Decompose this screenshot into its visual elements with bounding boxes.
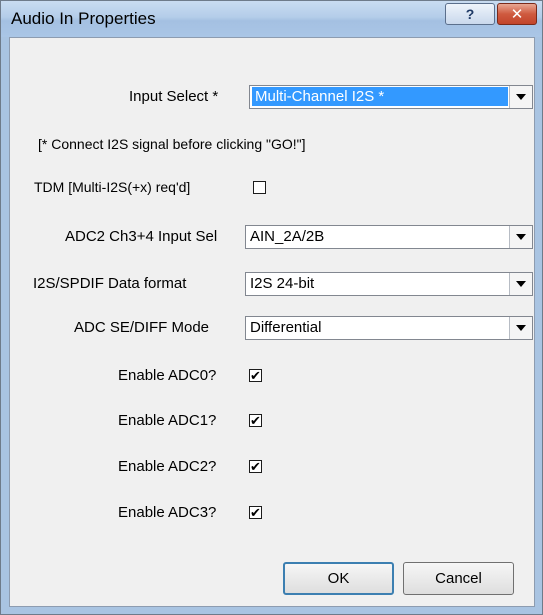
chevron-down-icon[interactable] <box>509 273 532 295</box>
dialog-body: Input Select * Multi-Channel I2S * [* Co… <box>9 37 535 607</box>
enable-adc3-label: Enable ADC3? <box>118 504 217 521</box>
close-icon: ✕ <box>510 6 524 23</box>
data-format-dropdown[interactable]: I2S 24-bit <box>245 272 533 296</box>
enable-adc0-label: Enable ADC0? <box>118 367 217 384</box>
data-format-label: I2S/SPDIF Data format <box>33 275 187 292</box>
title-bar[interactable]: Audio In Properties ? ✕ <box>1 1 542 37</box>
adc2-input-label: ADC2 Ch3+4 Input Sel <box>65 228 218 245</box>
enable-adc0-checkbox[interactable]: ✔ <box>249 369 262 382</box>
enable-adc1-label: Enable ADC1? <box>118 412 217 429</box>
tdm-label: TDM [Multi-I2S(+x) req'd] <box>34 179 191 195</box>
adc2-input-dropdown[interactable]: AIN_2A/2B <box>245 225 533 249</box>
enable-adc2-label: Enable ADC2? <box>118 458 217 475</box>
data-format-value: I2S 24-bit <box>250 275 315 292</box>
close-button[interactable]: ✕ <box>497 3 537 25</box>
help-button[interactable]: ? <box>445 3 495 25</box>
input-select-value: Multi-Channel I2S * <box>252 87 508 106</box>
enable-adc2-checkbox[interactable]: ✔ <box>249 460 262 473</box>
chevron-down-icon[interactable] <box>509 86 532 108</box>
cancel-button[interactable]: Cancel <box>403 562 514 595</box>
chevron-down-icon[interactable] <box>509 226 532 248</box>
adc-mode-value: Differential <box>250 319 322 336</box>
chevron-down-icon[interactable] <box>509 317 532 339</box>
dialog-window: Audio In Properties ? ✕ Input Select * M… <box>0 0 543 615</box>
input-select-label: Input Select * <box>129 88 219 105</box>
ok-button[interactable]: OK <box>283 562 394 595</box>
enable-adc1-checkbox[interactable]: ✔ <box>249 414 262 427</box>
connect-note: [* Connect I2S signal before clicking "G… <box>38 136 306 152</box>
adc2-input-value: AIN_2A/2B <box>250 228 325 245</box>
adc-mode-label: ADC SE/DIFF Mode <box>74 319 210 336</box>
help-icon: ? <box>465 6 475 22</box>
window-title: Audio In Properties <box>11 9 156 28</box>
adc-mode-dropdown[interactable]: Differential <box>245 316 533 340</box>
enable-adc3-checkbox[interactable]: ✔ <box>249 506 262 519</box>
input-select-dropdown[interactable]: Multi-Channel I2S * <box>249 85 533 109</box>
tdm-checkbox[interactable] <box>253 181 266 194</box>
